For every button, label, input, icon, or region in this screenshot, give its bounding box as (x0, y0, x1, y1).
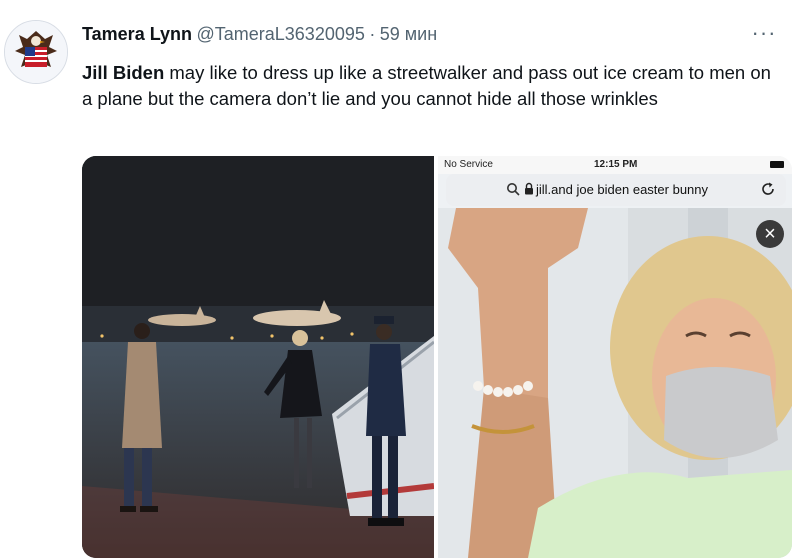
more-icon[interactable]: ··· (750, 22, 778, 46)
status-time: 12:15 PM (594, 159, 638, 170)
close-icon[interactable]: × (756, 220, 784, 248)
waving-woman-photo (438, 208, 792, 558)
tweet-text-body: may like to dress up like a streetwalker… (82, 62, 771, 109)
photo-airport-night[interactable] (82, 156, 434, 558)
tweet-text: Jill Biden may like to dress up like a s… (82, 60, 782, 112)
airport-photo-illustration (82, 156, 434, 558)
phone-screenshot[interactable]: No Service 12:15 PM jill.and joe biden e… (438, 156, 792, 558)
battery-icon (770, 161, 784, 168)
tweet-header: Tamera Lynn @TameraL36320095 · 59 мин (82, 24, 740, 48)
separator-dot: · (369, 24, 376, 44)
status-service: No Service (444, 159, 493, 170)
tweet: Tamera Lynn @TameraL36320095 · 59 мин ··… (0, 0, 800, 558)
tweet-text-bold: Jill Biden (82, 62, 165, 83)
eagle-flag-icon (5, 21, 67, 83)
search-icon (507, 183, 520, 196)
url-text: jill.and joe biden easter bunny (536, 182, 709, 197)
avatar[interactable] (4, 20, 68, 84)
reload-icon[interactable] (760, 181, 776, 197)
lock-icon (525, 182, 533, 195)
timestamp[interactable]: 59 мин (380, 24, 437, 44)
media-grid: No Service 12:15 PM jill.and joe biden e… (82, 156, 792, 558)
browser-url-bar[interactable]: jill.and joe biden easter bunny (446, 174, 786, 206)
user-handle[interactable]: @TameraL36320095 (196, 24, 364, 44)
display-name[interactable]: Tamera Lynn (82, 24, 192, 44)
phone-status-bar: No Service 12:15 PM (438, 156, 792, 174)
